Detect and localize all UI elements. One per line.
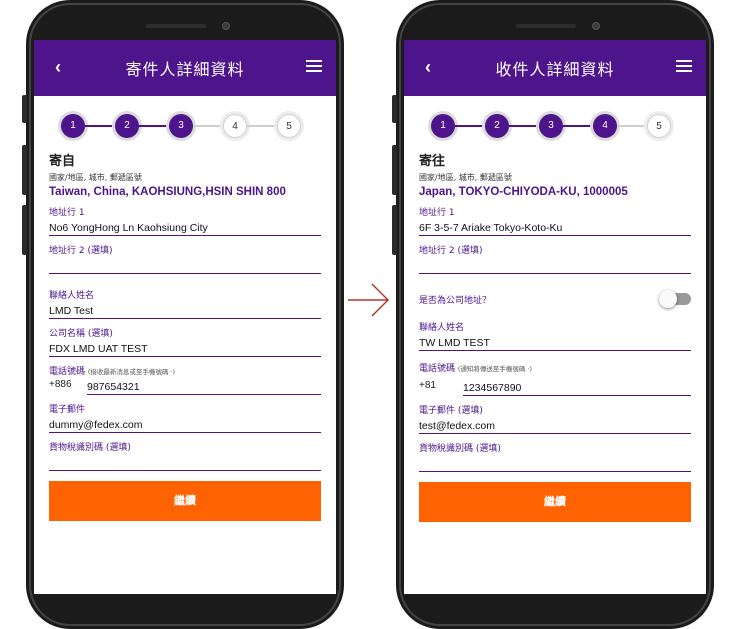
tax-id-label: 貨物稅識別碼 (選填)	[419, 444, 501, 454]
stepper-connector	[85, 125, 115, 127]
stepper-connector	[193, 125, 223, 127]
stepper-step-2: 2	[115, 114, 139, 138]
contact-name-input[interactable]: TW LMD TEST	[419, 333, 691, 351]
phone-label: 電話號碼 (接收最新消息或至手機號碼 ·)	[49, 364, 321, 377]
progress-stepper: 1 2 3 4 5	[404, 104, 706, 148]
contact-name-field: 聯絡人姓名 TW LMD TEST	[419, 320, 691, 351]
address-line-2-input[interactable]	[49, 256, 321, 274]
phone-field: 電話號碼 (通知將傳送至手機號碼 ·) +81 1234567890	[419, 361, 691, 396]
phone-label-text: 電話號碼	[419, 364, 456, 374]
app-header: ‹ 寄件人詳細資料	[34, 40, 336, 96]
stepper-connector	[563, 125, 593, 127]
continue-button[interactable]: 繼續	[49, 481, 321, 521]
app-header: ‹ 收件人詳細資料	[404, 40, 706, 96]
section-subtitle: 國家/地區, 城市, 郵遞區號	[49, 173, 142, 182]
stepper-connector	[139, 125, 169, 127]
continue-button[interactable]: 繼續	[419, 482, 691, 522]
address-line-2-field: 地址行 2 (選填)	[49, 243, 321, 274]
phone-label-text: 電話號碼	[49, 367, 86, 377]
stepper-step-2: 2	[485, 114, 509, 138]
phone-field: 電話號碼 (接收最新消息或至手機號碼 ·) +886 987654321	[49, 364, 321, 395]
recipient-form: 寄往 國家/地區, 城市, 郵遞區號 Japan, TOKYO-CHIYODA-…	[404, 150, 706, 522]
stepper-connector	[617, 125, 647, 127]
address-line-1-input[interactable]: 6F 3-5-7 Ariake Tokyo-Koto-Ku	[419, 218, 691, 236]
address-line-2-label: 地址行 2 (選填)	[49, 246, 113, 256]
toggle-knob	[659, 290, 677, 308]
stepper-step-5: 5	[277, 114, 301, 138]
contact-name-label: 聯絡人姓名	[419, 323, 465, 333]
country-code[interactable]: +886	[49, 377, 87, 395]
contact-name-input[interactable]: LMD Test	[49, 301, 321, 319]
stepper-connector	[509, 125, 539, 127]
address-line-1-label: 地址行 1	[419, 208, 455, 218]
sender-form: 寄自 國家/地區, 城市, 郵遞區號 Taiwan, China, KAOHSI…	[34, 150, 336, 521]
origin-location[interactable]: Taiwan, China, KAOHSIUNG,HSIN SHIN 800	[49, 186, 321, 198]
phone-row: +81 1234567890	[419, 378, 691, 396]
section-title: 寄自	[49, 154, 76, 169]
email-input[interactable]: test@fedex.com	[419, 416, 691, 434]
recipient-screen: ‹ 收件人詳細資料 1 2 3 4 5 寄往 國家/地區, 城市, 郵遞區號 Japan…	[404, 40, 706, 594]
phone-speaker	[516, 24, 576, 28]
tax-id-label: 貨物稅識別碼 (選填)	[49, 443, 131, 453]
stepper-connector	[247, 125, 277, 127]
back-chevron-icon[interactable]: ‹	[46, 54, 70, 80]
company-address-toggle-label: 是否為公司地址？	[419, 295, 492, 306]
progress-stepper: 1 2 3 4 5	[34, 104, 336, 148]
tax-id-field: 貨物稅識別碼 (選填)	[49, 440, 321, 471]
company-name-field: 公司名稱 (選填) FDX LMD UAT TEST	[49, 326, 321, 357]
stepper-step-4: 4	[223, 114, 247, 138]
address-line-1-input[interactable]: No6 YongHong Ln Kaohsiung City	[49, 218, 321, 236]
phone-label: 電話號碼 (通知將傳送至手機號碼 ·)	[419, 361, 691, 374]
stepper-step-1: 1	[61, 114, 85, 138]
contact-name-field: 聯絡人姓名 LMD Test	[49, 288, 321, 319]
phone-hint: (通知將傳送至手機號碼 ·)	[457, 365, 533, 373]
page-title: 收件人詳細資料	[495, 60, 615, 79]
arrow-right-icon	[348, 283, 390, 317]
company-address-toggle-row: 是否為公司地址？	[419, 286, 691, 312]
email-label: 電子郵件	[49, 405, 86, 415]
country-code[interactable]: +81	[419, 378, 463, 396]
stepper-step-3: 3	[539, 114, 563, 138]
address-line-1-field: 地址行 1 No6 YongHong Ln Kaohsiung City	[49, 205, 321, 236]
phone-input[interactable]: 987654321	[87, 377, 321, 395]
section-title: 寄往	[419, 154, 446, 169]
tax-id-input[interactable]	[49, 453, 321, 471]
page-title: 寄件人詳細資料	[125, 60, 245, 79]
tax-id-field: 貨物稅識別碼 (選填)	[419, 441, 691, 472]
phone-sender: ‹ 寄件人詳細資料 1 2 3 4 5 寄自 國家/地區, 城市, 郵遞區號 Taiwa…	[22, 0, 344, 629]
company-name-label: 公司名稱 (選填)	[49, 329, 113, 339]
email-label: 電子郵件 (選填)	[419, 406, 483, 416]
contact-name-label: 聯絡人姓名	[49, 291, 95, 301]
stepper-step-3: 3	[169, 114, 193, 138]
section-subtitle: 國家/地區, 城市, 郵遞區號	[419, 173, 512, 182]
address-line-1-label: 地址行 1	[49, 208, 85, 218]
phone-speaker	[146, 24, 206, 28]
phone-row: +886 987654321	[49, 377, 321, 395]
hamburger-menu-icon[interactable]	[676, 60, 692, 74]
phone-hint: (接收最新消息或至手機號碼 ·)	[87, 368, 176, 376]
email-field: 電子郵件 (選填) test@fedex.com	[419, 403, 691, 434]
phone-recipient: ‹ 收件人詳細資料 1 2 3 4 5 寄往 國家/地區, 城市, 郵遞區號 Japan…	[392, 0, 714, 629]
email-field: 電子郵件 dummy@fedex.com	[49, 402, 321, 433]
address-line-2-field: 地址行 2 (選填)	[419, 243, 691, 274]
email-input[interactable]: dummy@fedex.com	[49, 415, 321, 433]
address-line-2-label: 地址行 2 (選填)	[419, 246, 483, 256]
company-address-toggle[interactable]	[659, 290, 691, 308]
stepper-step-4: 4	[593, 114, 617, 138]
phone-camera	[222, 22, 230, 30]
sender-screen: ‹ 寄件人詳細資料 1 2 3 4 5 寄自 國家/地區, 城市, 郵遞區號 Taiwa…	[34, 40, 336, 594]
stepper-step-1: 1	[431, 114, 455, 138]
company-name-input[interactable]: FDX LMD UAT TEST	[49, 339, 321, 357]
address-line-1-field: 地址行 1 6F 3-5-7 Ariake Tokyo-Koto-Ku	[419, 205, 691, 236]
phone-input[interactable]: 1234567890	[463, 378, 691, 396]
destination-location[interactable]: Japan, TOKYO-CHIYODA-KU, 1000005	[419, 186, 691, 198]
address-line-2-input[interactable]	[419, 256, 691, 274]
back-chevron-icon[interactable]: ‹	[416, 54, 440, 80]
phone-camera	[592, 22, 600, 30]
stepper-step-5: 5	[647, 114, 671, 138]
tax-id-input[interactable]	[419, 454, 691, 472]
hamburger-menu-icon[interactable]	[306, 60, 322, 74]
stepper-connector	[455, 125, 485, 127]
